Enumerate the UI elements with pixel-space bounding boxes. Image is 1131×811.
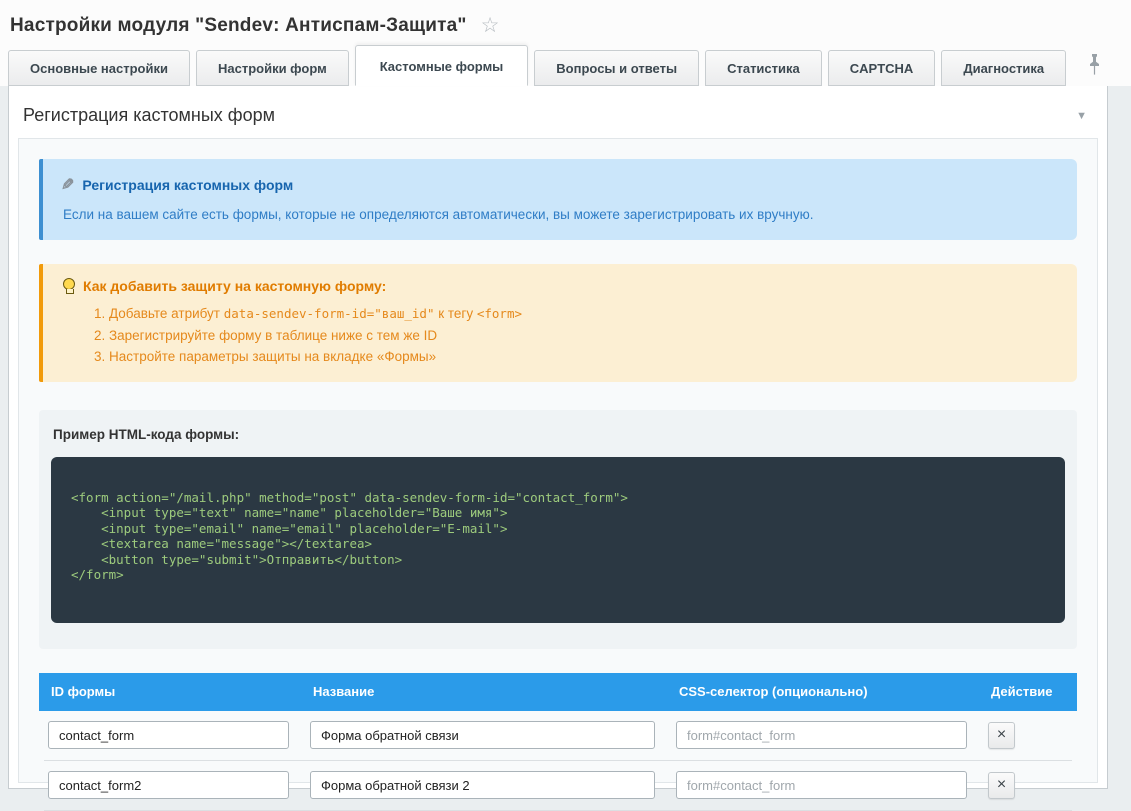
lightbulb-icon [63, 278, 75, 294]
tip-box-title-text: Как добавить защиту на кастомную форму: [83, 278, 386, 294]
tab-form-settings[interactable]: Настройки форм [196, 50, 349, 86]
tip-step-1: Добавьте атрибут data-sendev-form-id="ва… [109, 303, 1057, 325]
page-header: Настройки модуля "Sendev: Антиспам-Защит… [0, 0, 1131, 86]
settings-panel: ✎ Регистрация кастомных форм Если на ваш… [18, 138, 1098, 783]
example-label: Пример HTML-кода формы: [51, 427, 1065, 442]
tab-main-settings[interactable]: Основные настройки [8, 50, 190, 86]
table-row: × [39, 761, 1077, 810]
custom-forms-table: ID формы Название CSS-селектор (опционал… [39, 673, 1077, 811]
tip-step-2: Зарегистрируйте форму в таблице ниже с т… [109, 325, 1057, 347]
tab-diagnostics[interactable]: Диагностика [941, 50, 1066, 86]
tip-steps-list: Добавьте атрибут data-sendev-form-id="ва… [63, 303, 1057, 368]
tab-custom-forms[interactable]: Кастомные формы [355, 45, 529, 86]
page-title: Настройки модуля "Sendev: Антиспам-Защит… [10, 15, 467, 37]
info-box-title-text: Регистрация кастомных форм [82, 177, 293, 193]
column-header-selector: CSS-селектор (опционально) [667, 684, 979, 699]
tip-box: Как добавить защиту на кастомную форму: … [39, 264, 1077, 382]
form-name-input[interactable] [310, 771, 655, 799]
pin-icon[interactable] [1088, 53, 1101, 81]
collapse-arrow-icon[interactable]: ▼ [1076, 110, 1093, 122]
form-id-input[interactable] [48, 721, 289, 749]
section-header: Регистрация кастомных форм ▼ [9, 86, 1107, 138]
tab-faq[interactable]: Вопросы и ответы [534, 50, 699, 86]
table-header-row: ID формы Название CSS-селектор (опционал… [39, 673, 1077, 711]
code-block: <form action="/mail.php" method="post" d… [51, 457, 1065, 623]
info-box: ✎ Регистрация кастомных форм Если на ваш… [39, 159, 1077, 240]
favorite-star-icon[interactable]: ☆ [481, 15, 500, 36]
tab-statistics[interactable]: Статистика [705, 50, 822, 86]
css-selector-input[interactable] [676, 721, 967, 749]
tab-content-panel: Регистрация кастомных форм ▼ ✎ Регистрац… [8, 85, 1108, 789]
css-selector-input[interactable] [676, 771, 967, 799]
tab-bar: Основные настройки Настройки форм Кастом… [0, 45, 1131, 86]
column-header-form-id: ID формы [39, 684, 301, 699]
table-row: × [39, 711, 1077, 760]
section-title: Регистрация кастомных форм [23, 105, 275, 126]
form-id-input[interactable] [48, 771, 289, 799]
tip-step-3: Настройте параметры защиты на вкладке «Ф… [109, 346, 1057, 368]
inline-code: data-sendev-form-id="ваш_id" [224, 306, 435, 321]
tip-box-title: Как добавить защиту на кастомную форму: [63, 278, 1057, 294]
example-section: Пример HTML-кода формы: <form action="/m… [39, 410, 1077, 649]
form-name-input[interactable] [310, 721, 655, 749]
inline-code: <form> [477, 306, 522, 321]
column-header-action: Действие [979, 684, 1077, 699]
delete-row-button[interactable]: × [988, 772, 1015, 799]
tab-captcha[interactable]: CAPTCHA [828, 50, 936, 86]
info-box-title: ✎ Регистрация кастомных форм [63, 175, 1057, 195]
column-header-name: Название [301, 684, 667, 699]
pencil-icon: ✎ [61, 175, 74, 195]
info-box-text: Если на вашем сайте есть формы, которые … [63, 207, 1057, 222]
delete-row-button[interactable]: × [988, 722, 1015, 749]
